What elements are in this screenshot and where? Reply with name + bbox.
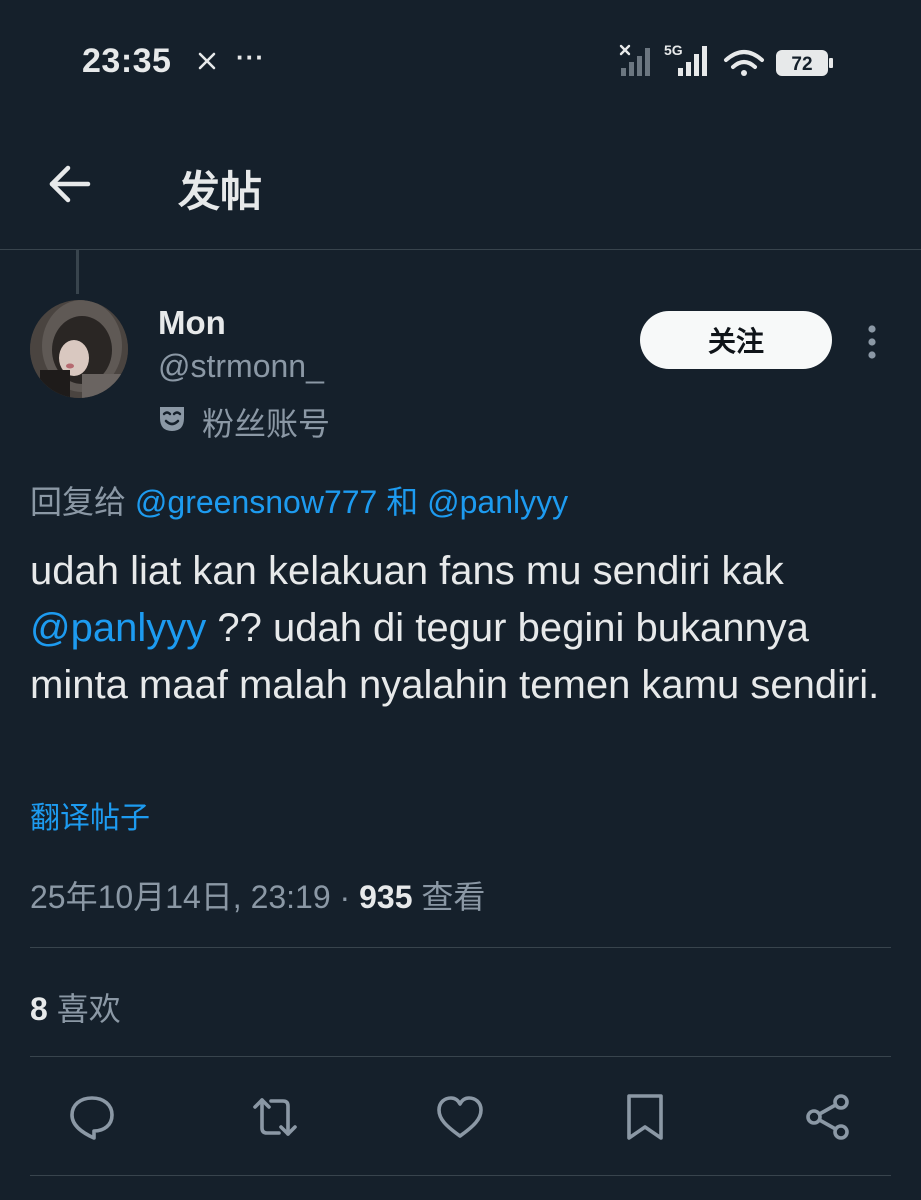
translate-post-link[interactable]: 翻译帖子 [30, 793, 150, 837]
more-options-icon[interactable] [858, 322, 886, 362]
username[interactable]: @strmonn_ [158, 348, 324, 385]
x-logo-icon [198, 52, 216, 70]
display-name[interactable]: Mon [158, 304, 226, 342]
signal-5g-icon: 5G [664, 42, 707, 76]
bookmark-icon [627, 1094, 663, 1140]
arrow-left-icon [49, 165, 91, 203]
likes-count: 8 [30, 991, 48, 1027]
views-label: 查看 [421, 879, 486, 915]
reply-button[interactable] [67, 1092, 117, 1142]
reply-to-prefix: 回复给 [30, 484, 127, 520]
repost-button[interactable] [250, 1092, 300, 1142]
divider [30, 947, 891, 948]
status-indicators: 5G 72 [619, 42, 833, 76]
views-count: 935 [359, 879, 413, 915]
divider [30, 1056, 891, 1057]
reply-mention-link[interactable]: @greensnow777 [135, 484, 377, 520]
reply-to-line: 回复给 @greensnow777 和 @panlyyy [30, 477, 568, 523]
avatar[interactable] [30, 300, 128, 398]
share-icon [806, 1094, 849, 1140]
wifi-icon [724, 50, 764, 76]
divider [30, 1175, 891, 1176]
page-title: 发帖 [178, 168, 263, 215]
post-timestamp[interactable]: 25年10月14日, 23:19 [30, 879, 331, 915]
back-button[interactable] [44, 160, 96, 208]
reply-mention-link[interactable]: @panlyyy [427, 484, 568, 520]
reply-joiner: 和 [386, 484, 419, 520]
repost-icon [253, 1098, 297, 1136]
battery-icon: 72 [776, 50, 833, 76]
svg-text:72: 72 [791, 54, 812, 75]
svg-text:5G: 5G [664, 42, 683, 58]
status-more-indicator: ··· [236, 42, 265, 72]
post-meta: 25年10月14日, 23:19 · 935 查看 [30, 872, 485, 918]
status-time: 23:35 [82, 42, 172, 80]
avatar-image [30, 300, 128, 398]
comment-icon [70, 1096, 114, 1140]
likes-row[interactable]: 8 喜欢 [30, 984, 121, 1030]
fan-account-label: 粉丝账号 [202, 406, 331, 442]
theater-mask-icon [160, 407, 184, 431]
post-text-part: udah liat kan kelakuan fans mu sendiri k… [30, 549, 784, 593]
likes-label: 喜欢 [56, 991, 121, 1027]
heart-icon [437, 1096, 483, 1138]
post-text: udah liat kan kelakuan fans mu sendiri k… [30, 543, 900, 714]
bookmark-button[interactable] [620, 1092, 670, 1142]
like-button[interactable] [435, 1092, 485, 1142]
header-divider [0, 249, 921, 250]
signal-off-icon [619, 44, 650, 76]
share-button[interactable] [803, 1092, 853, 1142]
thread-connector-line [76, 250, 79, 294]
meta-separator: · [339, 879, 351, 915]
post-mention-link[interactable]: @panlyyy [30, 606, 206, 650]
follow-button[interactable]: 关注 [640, 311, 832, 369]
